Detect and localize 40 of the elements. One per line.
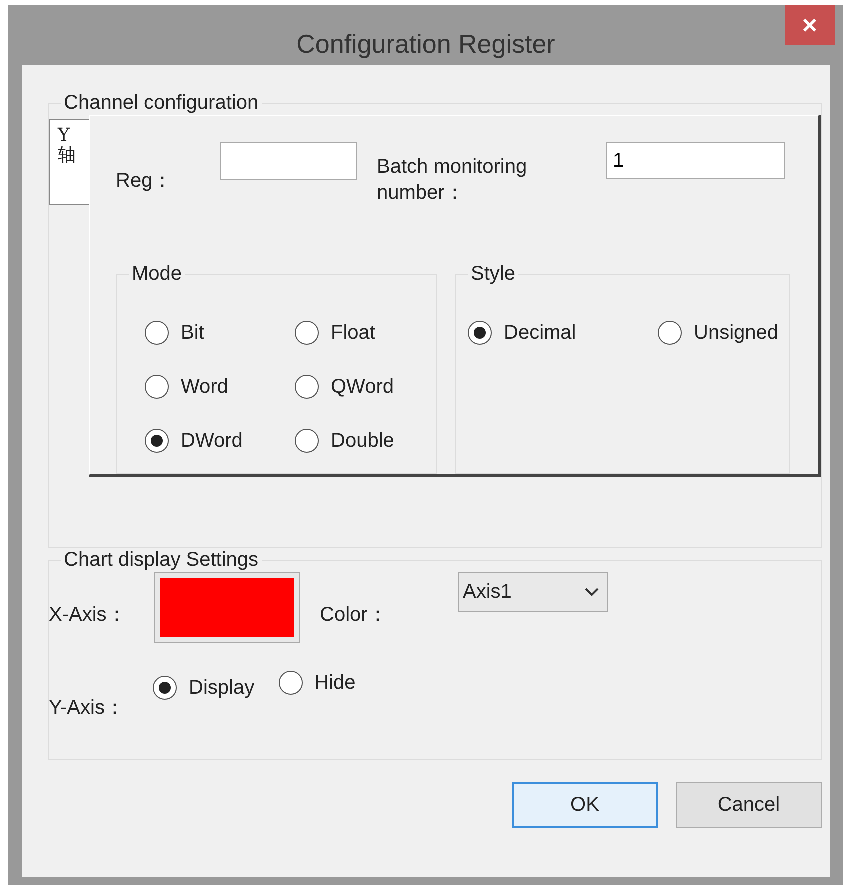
- number-spinner[interactable]: 1: [606, 142, 785, 179]
- axis-tab[interactable]: Y轴: [49, 119, 89, 205]
- radio-label: Decimal: [504, 321, 576, 346]
- radio-label: Double: [331, 429, 394, 454]
- radio-button[interactable]: [153, 676, 177, 700]
- color-label: Color：: [320, 603, 389, 628]
- radio-label: QWord: [331, 375, 394, 400]
- dialog-button[interactable]: OK: [512, 782, 658, 828]
- radio-label: Hide: [314, 671, 356, 696]
- radio-button[interactable]: [278, 671, 303, 695]
- radio-label: DWord: [181, 429, 243, 454]
- close-button[interactable]: ×: [785, 5, 835, 45]
- chevron-down-icon: [585, 588, 599, 596]
- group-title: Chart display Settings: [63, 548, 260, 572]
- reg-label: Reg：: [116, 169, 174, 194]
- radio-label: Float: [331, 321, 376, 346]
- group-title: Style: [470, 262, 516, 286]
- radio-label: Bit: [181, 321, 204, 346]
- radio-label: Unsigned: [694, 321, 779, 346]
- batch-monitoring-label: Batch monitoring number：: [377, 155, 528, 206]
- radio-button[interactable]: [295, 429, 319, 453]
- radio-label: Display: [189, 676, 255, 701]
- color-swatch-button[interactable]: [154, 572, 300, 643]
- window-title: Configuration Register: [296, 28, 556, 61]
- radio-button[interactable]: [295, 321, 319, 345]
- radio-button[interactable]: [468, 321, 492, 345]
- x-axis-label: X-Axis：: [49, 603, 128, 628]
- number-value: 1: [607, 143, 850, 178]
- radio-button[interactable]: [145, 429, 169, 453]
- radio-button[interactable]: [295, 375, 319, 399]
- radio-button[interactable]: [658, 321, 682, 345]
- y-axis-label: Y-Axis：: [49, 696, 126, 721]
- radio-button[interactable]: [145, 321, 169, 345]
- radio-button[interactable]: [145, 375, 169, 399]
- radio-label: Word: [181, 375, 228, 400]
- dialog-button[interactable]: Cancel: [676, 782, 822, 828]
- reg-input-field[interactable]: [220, 142, 357, 180]
- group-title: Mode: [131, 262, 184, 286]
- group-title: Channel configuration: [63, 91, 260, 115]
- axis-dropdown[interactable]: Axis1: [458, 572, 608, 612]
